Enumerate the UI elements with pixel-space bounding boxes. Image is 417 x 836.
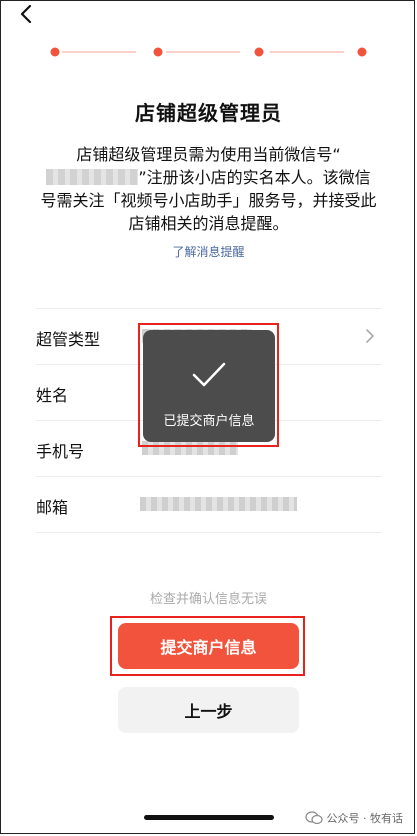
highlight-box-toast bbox=[138, 323, 279, 447]
step-dot bbox=[50, 47, 60, 57]
wechat-icon bbox=[304, 811, 323, 825]
description: 店铺超级管理员需为使用当前微信号“”注册该小店的实名本人。该微信号需关注「视频号… bbox=[40, 143, 377, 235]
highlight-box-submit bbox=[110, 616, 305, 676]
name-label: 姓名 bbox=[36, 386, 69, 405]
chevron-left-icon bbox=[20, 4, 32, 24]
chevron-right-icon bbox=[365, 328, 375, 348]
home-indicator[interactable] bbox=[144, 815, 274, 820]
back-button[interactable] bbox=[12, 0, 40, 28]
step-dot bbox=[153, 47, 163, 57]
description-part1: 店铺超级管理员需为使用当前微信号“ bbox=[76, 145, 341, 164]
email-label: 邮箱 bbox=[36, 498, 69, 517]
page-title: 店铺超级管理员 bbox=[135, 101, 282, 125]
step-dot bbox=[254, 47, 264, 57]
form-row-email[interactable]: 邮箱 bbox=[36, 477, 381, 533]
learn-notifications-link[interactable]: 了解消息提醒 bbox=[0, 243, 417, 260]
previous-step-button[interactable]: 上一步 bbox=[118, 687, 299, 733]
step-progress bbox=[40, 42, 375, 62]
watermark: 公众号 · 牧有话 bbox=[304, 810, 404, 826]
email-value-masked bbox=[140, 497, 297, 511]
watermark-text: 公众号 · 牧有话 bbox=[326, 812, 404, 825]
phone-label: 手机号 bbox=[36, 442, 85, 461]
masked-wechat-id bbox=[46, 169, 139, 185]
confirm-hint: 检查并确认信息无误 bbox=[149, 592, 267, 607]
admin-type-label: 超管类型 bbox=[36, 330, 101, 349]
step-dot bbox=[357, 47, 367, 57]
